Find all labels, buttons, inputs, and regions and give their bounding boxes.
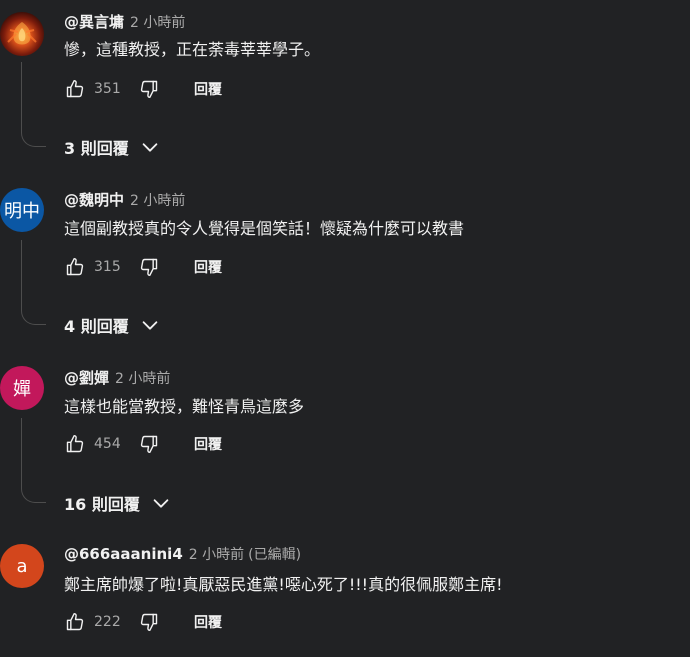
chevron-down-icon	[142, 321, 158, 330]
comment-text: 鄭主席帥爆了啦!真厭惡民進黨!噁心死了!!!真的很佩服鄭主席!	[64, 575, 503, 594]
comment-author[interactable]: @魏明中	[64, 191, 124, 209]
reply-button[interactable]: 回覆	[194, 257, 222, 277]
dislike-button[interactable]	[138, 256, 160, 278]
dislike-button[interactable]	[138, 433, 160, 455]
comment-header: @魏明中 2 小時前	[64, 191, 185, 210]
thread-connector	[21, 418, 46, 503]
dislike-button[interactable]	[138, 611, 160, 633]
comment-text: 這樣也能當教授，難怪青鳥這麼多	[64, 397, 305, 416]
reply-button[interactable]: 回覆	[194, 612, 222, 632]
reply-button[interactable]: 回覆	[194, 79, 222, 99]
like-button[interactable]	[64, 256, 86, 278]
replies-count: 16 則回覆	[64, 495, 140, 514]
thread-connector	[21, 62, 46, 147]
comment-text: 慘，這種教授，正在荼毒莘莘學子。	[64, 40, 321, 59]
comment-actions: 222 回覆	[64, 610, 222, 634]
comment-actions: 454 回覆	[64, 432, 222, 456]
comment-time[interactable]: 2 小時前	[130, 15, 185, 31]
thumbs-up-icon	[66, 79, 84, 98]
avatar[interactable]: a	[0, 544, 44, 588]
comment-header: @劉嬋 2 小時前	[64, 369, 170, 388]
like-button[interactable]	[64, 611, 86, 633]
fiery-creature-icon	[7, 22, 37, 45]
comment-actions: 315 回覆	[64, 255, 222, 279]
chevron-down-icon	[153, 499, 169, 508]
edited-label: (已編輯)	[248, 547, 302, 563]
replies-count: 4 則回覆	[64, 317, 129, 336]
like-button[interactable]	[64, 78, 86, 100]
avatar-initials: 明中	[4, 201, 40, 222]
thumbs-down-icon	[140, 613, 158, 632]
comment-header: @異言墉 2 小時前	[64, 13, 185, 32]
replies-count: 3 則回覆	[64, 139, 129, 158]
avatar-initials: a	[16, 555, 28, 577]
comment-author[interactable]: @異言墉	[64, 13, 124, 31]
comment-author[interactable]: @666aaanini4	[64, 545, 183, 563]
like-count: 222	[94, 614, 121, 630]
comment-header: @666aaanini4 2 小時前 (已編輯)	[64, 545, 301, 564]
view-replies-button[interactable]: 3 則回覆	[64, 135, 161, 159]
comment-time[interactable]: 2 小時前	[130, 193, 185, 209]
like-count: 315	[94, 259, 121, 275]
like-button[interactable]	[64, 433, 86, 455]
avatar[interactable]	[0, 12, 44, 56]
thumbs-up-icon	[66, 257, 84, 276]
avatar[interactable]: 嬋	[0, 366, 44, 410]
thread-connector	[21, 240, 46, 325]
thumbs-up-icon	[66, 434, 84, 453]
comment-text: 這個副教授真的令人覺得是個笑話！懷疑為什麼可以教書	[64, 219, 465, 238]
thumbs-down-icon	[140, 80, 158, 99]
like-count: 454	[94, 436, 121, 452]
comment-time[interactable]: 2 小時前	[115, 371, 170, 387]
thumbs-down-icon	[140, 435, 158, 454]
chevron-down-icon	[142, 143, 158, 152]
like-count: 351	[94, 81, 121, 97]
avatar[interactable]: 明中	[0, 188, 44, 232]
dislike-button[interactable]	[138, 78, 160, 100]
comment-author[interactable]: @劉嬋	[64, 369, 109, 387]
reply-button[interactable]: 回覆	[194, 434, 222, 454]
view-replies-button[interactable]: 16 則回覆	[64, 491, 172, 515]
thumbs-up-icon	[66, 612, 84, 631]
avatar-initials: 嬋	[13, 379, 31, 400]
view-replies-button[interactable]: 4 則回覆	[64, 313, 161, 337]
thumbs-down-icon	[140, 258, 158, 277]
comment-time[interactable]: 2 小時前	[189, 547, 244, 563]
comment-actions: 351 回覆	[64, 77, 222, 101]
